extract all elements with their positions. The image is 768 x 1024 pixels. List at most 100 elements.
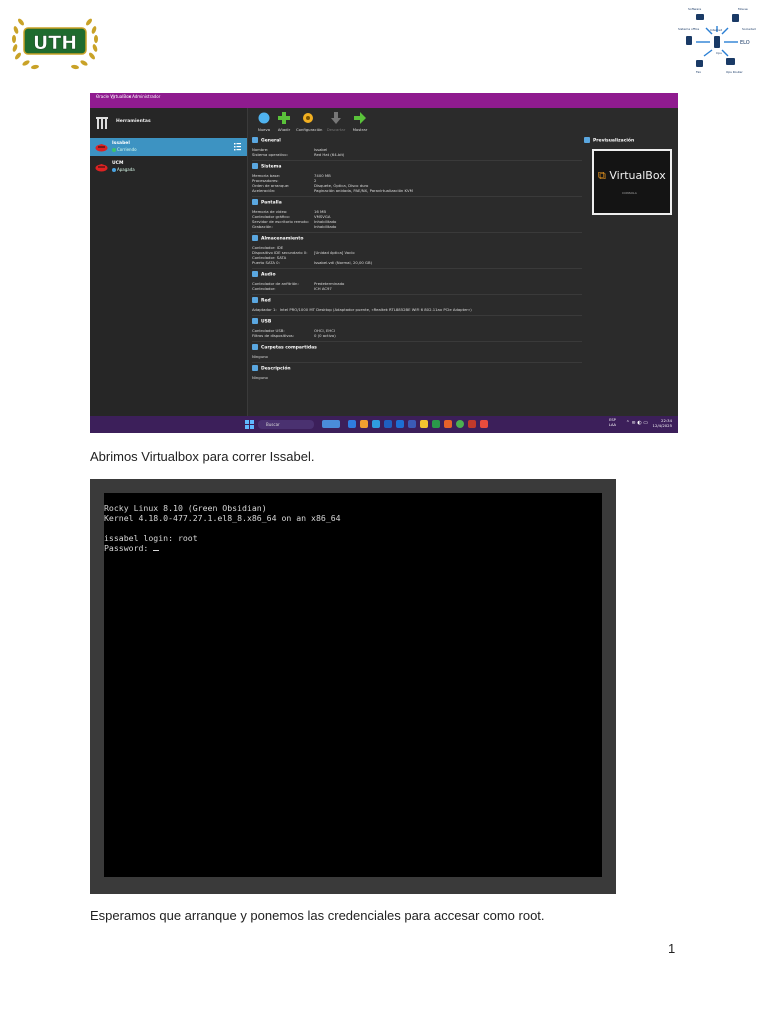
preview-panel: Previsualización ⧉ VirtualBox CONSOLA	[584, 137, 674, 229]
windows-start-icon[interactable]	[245, 420, 254, 429]
folder-icon	[252, 344, 258, 350]
app-icon[interactable]	[456, 420, 464, 428]
app-icon[interactable]	[360, 420, 368, 428]
button-label: Descartar	[326, 127, 346, 132]
caption-virtualbox: Abrimos Virtualbox para correr Issabel.	[90, 449, 315, 464]
preview-icon	[584, 137, 590, 143]
search-label: Buscar	[266, 422, 280, 427]
language-indicator[interactable]: ESP LAA	[609, 418, 616, 428]
terminal-line: Rocky Linux 8.10 (Green Obsidian)	[104, 503, 267, 513]
taskbar-search[interactable]: Buscar	[258, 420, 314, 429]
divider	[252, 268, 582, 269]
vm-name: UCM	[112, 161, 124, 166]
divider	[252, 341, 582, 342]
diagram-label: Mouse	[738, 7, 748, 11]
app-icon[interactable]	[420, 420, 428, 428]
discard-icon	[331, 112, 341, 124]
divider	[252, 232, 582, 233]
section-audio[interactable]: Audio	[252, 271, 276, 278]
section-description[interactable]: Descripción	[252, 365, 291, 372]
detail-row: Grabación: Inhabilitado	[252, 224, 337, 229]
diagram-label: Sociedad	[742, 27, 756, 31]
uth-logo-text: UTH	[33, 32, 77, 54]
preview-screen[interactable]: ⧉ VirtualBox CONSOLA	[592, 149, 672, 215]
diagram-label: Fax	[696, 70, 701, 74]
display-icon	[252, 199, 258, 205]
vm-sidebar: Herramientas Issabel Corriendo UCM Apaga…	[90, 108, 248, 416]
vm-item-issabel[interactable]: Issabel Corriendo	[90, 138, 247, 156]
diagram-label: Cpu	[716, 51, 722, 55]
vm-menu-icon[interactable]	[234, 142, 241, 151]
terminal-console[interactable]: Rocky Linux 8.10 (Green Obsidian) Kernel…	[104, 493, 602, 877]
button-label: Mostrar	[352, 127, 368, 132]
vm-name: Issabel	[112, 141, 130, 146]
tools-icon	[96, 117, 108, 129]
show-icon	[354, 112, 366, 124]
detail-row: Sistema operativo: Red Hat (64-bit)	[252, 152, 345, 157]
window-controls[interactable]: – ▢ ✕	[96, 93, 672, 101]
page-number: 1	[668, 941, 676, 956]
preview-subtitle: CONSOLA	[622, 191, 637, 195]
virtualbox-brand: ⧉ VirtualBox	[598, 169, 666, 182]
speaker-icon	[252, 271, 258, 277]
powered-off-status-icon	[112, 168, 116, 172]
divider	[252, 315, 582, 316]
divider	[252, 160, 582, 161]
usb-icon	[252, 318, 258, 324]
terminal-line: Password:	[104, 543, 154, 553]
uth-logo: UTH	[12, 18, 98, 70]
computer-network-diagram: Software Mouse Sistema office Internet S…	[678, 7, 756, 74]
menu-bar: Archivo Máquina Ayuda	[90, 101, 678, 117]
show-button[interactable]: Mostrar	[348, 110, 372, 132]
settings-button[interactable]: Configuración	[296, 110, 322, 132]
section-usb[interactable]: USB	[252, 318, 271, 325]
section-display[interactable]: Pantalla	[252, 199, 282, 206]
app-icon[interactable]	[372, 420, 380, 428]
running-status-icon	[112, 148, 116, 152]
app-icon[interactable]	[444, 420, 452, 428]
divider	[252, 294, 582, 295]
detail-row: Ninguno	[252, 375, 268, 380]
add-button[interactable]: Añadir	[272, 110, 296, 132]
section-system[interactable]: Sistema	[252, 163, 281, 170]
app-icon[interactable]	[468, 420, 476, 428]
section-general[interactable]: General	[252, 137, 281, 144]
divider	[252, 362, 582, 363]
section-shared-folders[interactable]: Carpetas compartidas	[252, 344, 317, 351]
tools-label: Herramientas	[116, 119, 151, 124]
section-network[interactable]: Red	[252, 297, 271, 304]
app-icon[interactable]	[348, 420, 356, 428]
tools-item[interactable]: Herramientas	[96, 114, 246, 132]
description-icon	[252, 365, 258, 371]
section-storage[interactable]: Almacenamiento	[252, 235, 303, 242]
app-icon[interactable]	[480, 420, 488, 428]
add-icon	[278, 112, 290, 124]
weather-widget-icon[interactable]	[322, 420, 340, 428]
system-tray-icons[interactable]: ⌃ ≋ ◐ ▭	[626, 420, 648, 426]
windows-taskbar: Buscar ESP LAA ⌃ ≋ ◐ ▭ 22:34 12/4/2025	[90, 416, 678, 433]
vm-details-panel: General Nombre: Issabel Sistema operativo…	[252, 137, 582, 415]
new-icon	[258, 112, 270, 124]
app-icon[interactable]	[432, 420, 440, 428]
detail-row: Puerto SATA 0: Issabel.vdi (Normal, 20,00…	[252, 260, 373, 265]
detail-row: Ninguno	[252, 354, 268, 359]
app-icon[interactable]	[396, 420, 404, 428]
vbox-toolbar: Nueva Añadir Configuración Descartar Mos…	[252, 110, 382, 136]
caption-login: Esperamos que arranque y ponemos las cre…	[90, 908, 545, 923]
redhat-icon	[95, 164, 108, 172]
app-icon[interactable]	[384, 420, 392, 428]
terminal-output: Rocky Linux 8.10 (Green Obsidian) Kernel…	[104, 493, 602, 553]
chip-icon	[252, 163, 258, 169]
detail-row: Aceleración: Paginación anidada, PAE/NX, …	[252, 188, 413, 193]
vm-item-ucm[interactable]: UCM Apagada	[90, 158, 247, 176]
taskbar-clock[interactable]: 22:34 12/4/2025	[653, 418, 672, 428]
discard-button[interactable]: Descartar	[324, 110, 348, 132]
diagram-label: Software	[688, 7, 701, 11]
window-titlebar: Oracle VirtualBox Administrador – ▢ ✕	[90, 93, 678, 101]
detail-row: Filtros de dispositivos: 0 (0 activo)	[252, 333, 336, 338]
diagram-label: Ops Router	[726, 70, 743, 74]
button-label: Añadir	[277, 127, 291, 132]
preview-title: Previsualización	[584, 137, 634, 144]
app-icon[interactable]	[408, 420, 416, 428]
divider	[252, 196, 582, 197]
